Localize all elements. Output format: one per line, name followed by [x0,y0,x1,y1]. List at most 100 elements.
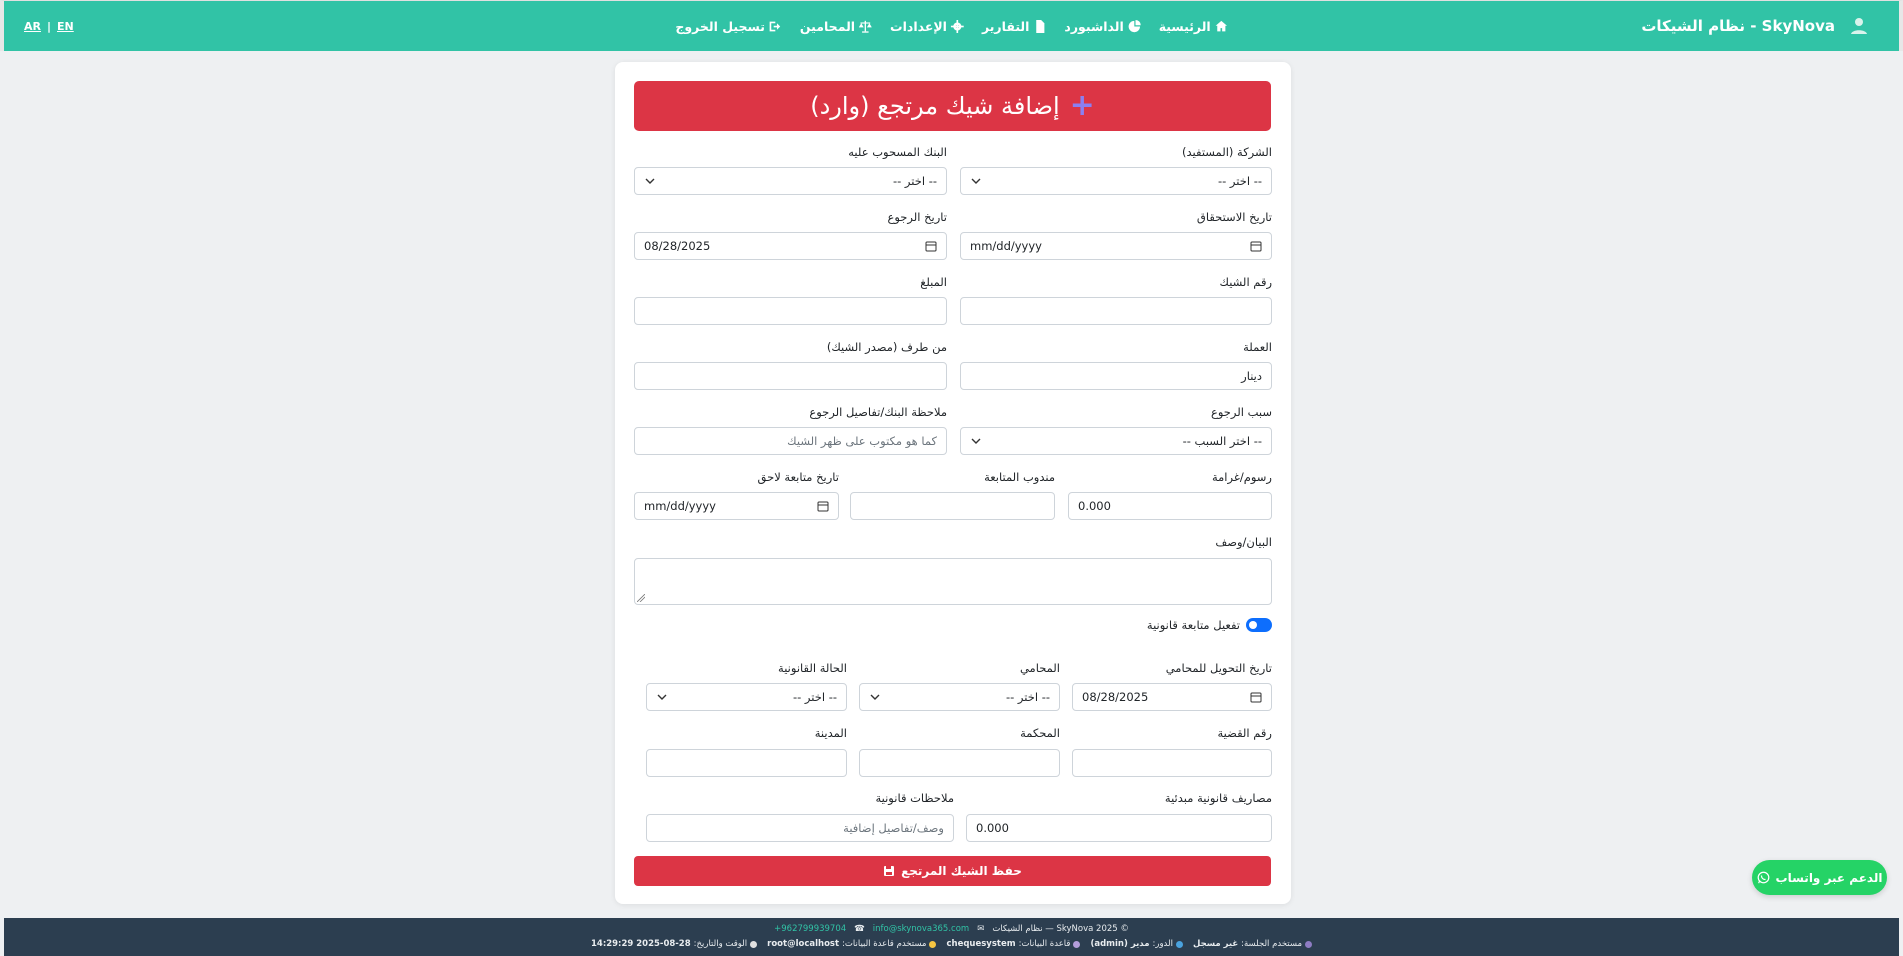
nav-link-reports-label: التقارير [981,18,1030,34]
scale-icon [859,20,873,33]
footer-contact-line: © 2025 SkyNova — نظام الشيكات ✉ info@sky… [4,924,1899,934]
legal-toggle-row: تفعيل متابعة قانونية [1147,618,1272,632]
phone-icon: ☎ [854,924,865,934]
calendar-icon[interactable] [925,240,937,252]
legal-status-value: -- اختر -- [792,690,837,704]
city-label: المدينة [814,726,847,740]
footer-database: قاعدة البيانات: chequesystem [946,939,1081,949]
legal-status-label: الحالة القانونية [778,661,847,675]
lang-en-link[interactable]: EN [57,20,74,33]
initial-costs-label: مصاريف قانونية مبدئية [1164,791,1272,805]
city-input[interactable] [646,749,847,777]
amount-input[interactable] [634,297,947,325]
footer-session-user: مستخدم الجلسة: غير مسجل [1192,939,1313,949]
nav-link-logout-label: تسجيل الخروج [675,18,765,34]
datetime-value: 2025-08-28 14:29:29 [591,939,691,949]
from-input[interactable] [634,362,947,390]
lang-ar-link[interactable]: AR [24,20,41,33]
shield-icon [1175,940,1183,948]
resize-grip-icon[interactable] [637,594,645,602]
navbar: SkyNova - نظام الشيكات الرئيسية الداشبور… [0,0,1903,51]
case-number-input[interactable] [1072,749,1272,777]
bank-note-input[interactable]: كما هو مكتوب على ظهر الشيك [634,427,947,455]
database-icon [1073,940,1081,948]
session-user-value: غير مسجل [1192,939,1239,949]
agent-input[interactable] [850,492,1055,520]
whatsapp-support-label: الدعم عبر واتساب [1775,870,1883,885]
followup-date-value: mm/dd/yyyy [644,499,716,513]
from-label: من طرف (مصدر الشيك) [826,340,947,354]
plus-icon: + [1069,88,1095,123]
legal-status-select[interactable]: -- اختر -- [646,683,847,711]
lawyer-label: المحامي [1019,661,1060,675]
fees-label: رسوم/غرامة [1211,470,1272,484]
company-select[interactable]: -- اختر -- [960,167,1272,195]
save-button[interactable]: حفظ الشيك المرتجع [634,856,1271,886]
court-input[interactable] [859,749,1060,777]
return-reason-select[interactable]: -- اختر السبب -- [960,427,1272,455]
db-value: chequesystem [946,939,1016,949]
description-textarea[interactable] [634,558,1272,605]
transfer-date-value: 08/28/2025 [1082,690,1149,704]
bank-select[interactable]: -- اختر -- [634,167,947,195]
chevron-down-icon [657,694,667,700]
transfer-date-input[interactable]: 08/28/2025 [1072,683,1272,711]
key-icon [929,940,937,948]
role-label: الدور: [1152,939,1173,949]
cheque-number-input[interactable] [960,297,1272,325]
calendar-icon[interactable] [1250,691,1262,703]
initial-costs-input[interactable]: 0.000 [966,814,1272,842]
court-label: المحكمة [1020,726,1060,740]
lang-separator: | [46,19,52,33]
whatsapp-icon [1757,871,1769,884]
description-label: البيان/وصف [1215,535,1272,549]
followup-date-input[interactable]: mm/dd/yyyy [634,492,839,520]
cheque-number-label: رقم الشيك [1219,275,1272,289]
followup-date-label: تاريخ متابعة لاحق [757,470,840,484]
footer-role: الدور: مدير (admin) [1090,939,1183,949]
footer-email-link[interactable]: info@skynova365.com [873,924,969,934]
nav-link-home-label: الرئيسية [1158,18,1211,34]
currency-value: دينار [1241,369,1262,383]
return-date-value: 08/28/2025 [644,239,711,253]
nav-link-reports[interactable]: التقارير [982,19,1046,34]
fees-input[interactable]: 0.000 [1068,492,1272,520]
nav-link-lawyers-label: المحامين [799,18,856,34]
footer-copyright: © 2025 SkyNova — نظام الشيكات [992,924,1129,934]
bank-note-label: ملاحظة البنك/تفاصيل الرجوع [809,405,947,419]
form-title: إضافة شيك مرتجع (وارد) [810,92,1060,120]
gear-icon [950,19,964,33]
return-date-input[interactable]: 08/28/2025 [634,232,947,260]
whatsapp-support-button[interactable]: الدعم عبر واتساب [1752,860,1887,895]
nav-link-home[interactable]: الرئيسية [1159,19,1228,34]
return-reason-value: -- اختر السبب -- [1182,434,1262,448]
form-header: + إضافة شيك مرتجع (وارد) [634,81,1271,131]
bank-note-placeholder: كما هو مكتوب على ظهر الشيك [787,434,937,448]
chevron-down-icon [870,694,880,700]
nav-link-logout[interactable]: تسجيل الخروج [675,19,782,34]
role-value: مدير (admin) [1090,939,1150,949]
due-date-value: mm/dd/yyyy [970,239,1042,253]
nav-link-dashboard-label: الداشبورد [1064,18,1124,34]
nav-link-lawyers[interactable]: المحامين [799,18,873,34]
calendar-icon[interactable] [817,500,829,512]
lawyer-select[interactable]: -- اختر -- [859,683,1060,711]
return-reason-label: سبب الرجوع [1210,405,1272,419]
footer-phone-link[interactable]: +962799939704 [774,924,846,934]
logout-icon [769,21,781,31]
brand[interactable]: SkyNova - نظام الشيكات [1641,1,1873,51]
due-date-input[interactable]: mm/dd/yyyy [960,232,1272,260]
calendar-icon[interactable] [1250,240,1262,252]
nav-link-dashboard[interactable]: الداشبورد [1064,18,1141,34]
legal-followup-toggle[interactable] [1246,618,1272,632]
transfer-date-label: تاريخ التحويل للمحامي [1165,661,1272,675]
currency-input[interactable]: دينار [960,362,1272,390]
fees-value: 0.000 [1078,499,1111,513]
legal-notes-input[interactable]: وصف/تفاصيل إضافية [646,814,954,842]
initial-costs-value: 0.000 [976,821,1009,835]
clock-icon [750,940,758,948]
nav-link-settings[interactable]: الإعدادات [890,19,964,34]
company-select-value: -- اختر -- [1217,174,1262,188]
language-switch: AR | EN [24,1,74,51]
legal-toggle-label: تفعيل متابعة قانونية [1146,618,1240,632]
